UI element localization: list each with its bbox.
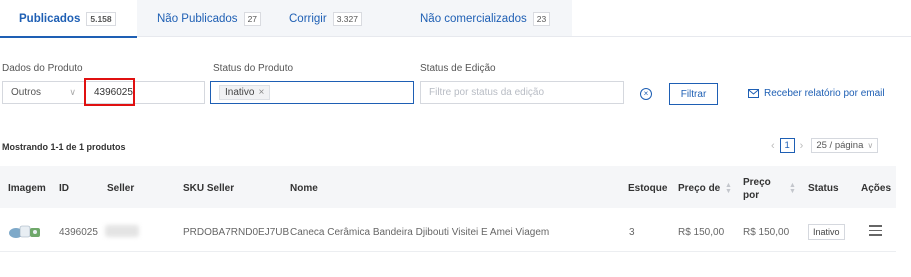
clear-filters-icon[interactable]: × xyxy=(640,88,652,100)
edit-status-placeholder: Filtre por status da edição xyxy=(429,87,545,98)
col-header-seller[interactable]: Seller xyxy=(107,182,134,195)
col-header-price-from[interactable]: Preço de xyxy=(678,182,720,195)
status-tag: Inativo × xyxy=(219,85,271,100)
col-header-sku[interactable]: SKU Seller xyxy=(183,182,234,195)
pagination: ‹ 1 › 25 / página ∨ xyxy=(771,138,879,153)
chevron-down-icon: ∨ xyxy=(867,141,874,150)
tab-nao-publicados[interactable]: Não Publicados 27 xyxy=(157,0,262,37)
tab-count-badge: 3.327 xyxy=(332,11,362,26)
tab-publicados[interactable]: Publicados 5.158 xyxy=(0,0,137,38)
edit-status-select[interactable]: Filtre por status da edição xyxy=(420,81,624,104)
page-size-select[interactable]: 25 / página ∨ xyxy=(811,138,879,153)
cell-seller-redacted xyxy=(105,225,139,237)
edit-status-label: Status de Edição xyxy=(420,63,496,74)
cell-price-to: R$ 150,00 xyxy=(743,227,790,238)
prev-page-icon[interactable]: ‹ xyxy=(771,140,775,152)
email-report-link[interactable]: Receber relatório por email xyxy=(748,88,885,99)
product-type-select[interactable]: Outros ∨ xyxy=(2,81,85,104)
sort-icon[interactable]: ▲ ▼ xyxy=(789,182,796,195)
results-count: Mostrando 1-1 de 1 produtos xyxy=(2,142,126,152)
close-icon[interactable]: × xyxy=(258,87,264,98)
cell-name: Caneca Cerâmica Bandeira Djibouti Visite… xyxy=(290,227,550,238)
col-header-name[interactable]: Nome xyxy=(290,182,318,195)
mail-icon xyxy=(748,89,759,98)
product-search-value: 4396025 xyxy=(94,87,133,98)
cell-price-from: R$ 150,00 xyxy=(678,227,725,238)
tab-count-badge: 23 xyxy=(532,11,551,26)
col-header-image: Imagem xyxy=(8,183,46,194)
product-thumbnail-image[interactable] xyxy=(8,222,42,240)
status-badge: Inativo xyxy=(808,224,845,240)
sort-icon[interactable]: ▲ ▼ xyxy=(725,182,732,195)
tab-label: Não comercializados xyxy=(420,12,527,25)
col-header-actions: Ações xyxy=(861,183,892,194)
tab-label: Corrigir xyxy=(289,12,327,25)
status-tag-label: Inativo xyxy=(225,87,255,98)
next-page-icon[interactable]: › xyxy=(800,140,804,152)
tab-nao-comercializados[interactable]: Não comercializados 23 xyxy=(420,0,551,37)
chevron-down-icon: ∨ xyxy=(69,87,76,97)
tab-count-badge: 5.158 xyxy=(86,11,116,26)
page-size-value: 25 / página xyxy=(816,140,864,151)
col-header-price-to[interactable]: Preço por xyxy=(743,176,777,202)
product-data-label: Dados do Produto xyxy=(2,63,83,74)
tab-count-badge: 27 xyxy=(243,11,262,26)
page-button[interactable]: 1 xyxy=(779,138,795,153)
cell-id: 4396025 xyxy=(59,227,98,238)
col-header-stock[interactable]: Estoque xyxy=(628,182,667,195)
menu-icon[interactable] xyxy=(869,225,882,236)
tab-corrigir[interactable]: Corrigir 3.327 xyxy=(289,0,362,37)
cell-stock: 3 xyxy=(629,227,635,238)
email-report-label: Receber relatório por email xyxy=(764,88,885,99)
cell-sku: PRDOBA7RND0EJ7UB xyxy=(183,227,290,238)
product-status-label: Status do Produto xyxy=(213,63,294,74)
col-header-id[interactable]: ID xyxy=(59,182,69,195)
filter-button[interactable]: Filtrar xyxy=(669,83,718,105)
product-search-input[interactable]: 4396025 xyxy=(85,81,205,104)
product-type-value: Outros xyxy=(11,87,42,98)
tab-label: Publicados xyxy=(19,12,81,25)
product-status-select[interactable]: Inativo × xyxy=(210,81,414,104)
tab-label: Não Publicados xyxy=(157,12,238,25)
col-header-status: Status xyxy=(808,183,839,194)
